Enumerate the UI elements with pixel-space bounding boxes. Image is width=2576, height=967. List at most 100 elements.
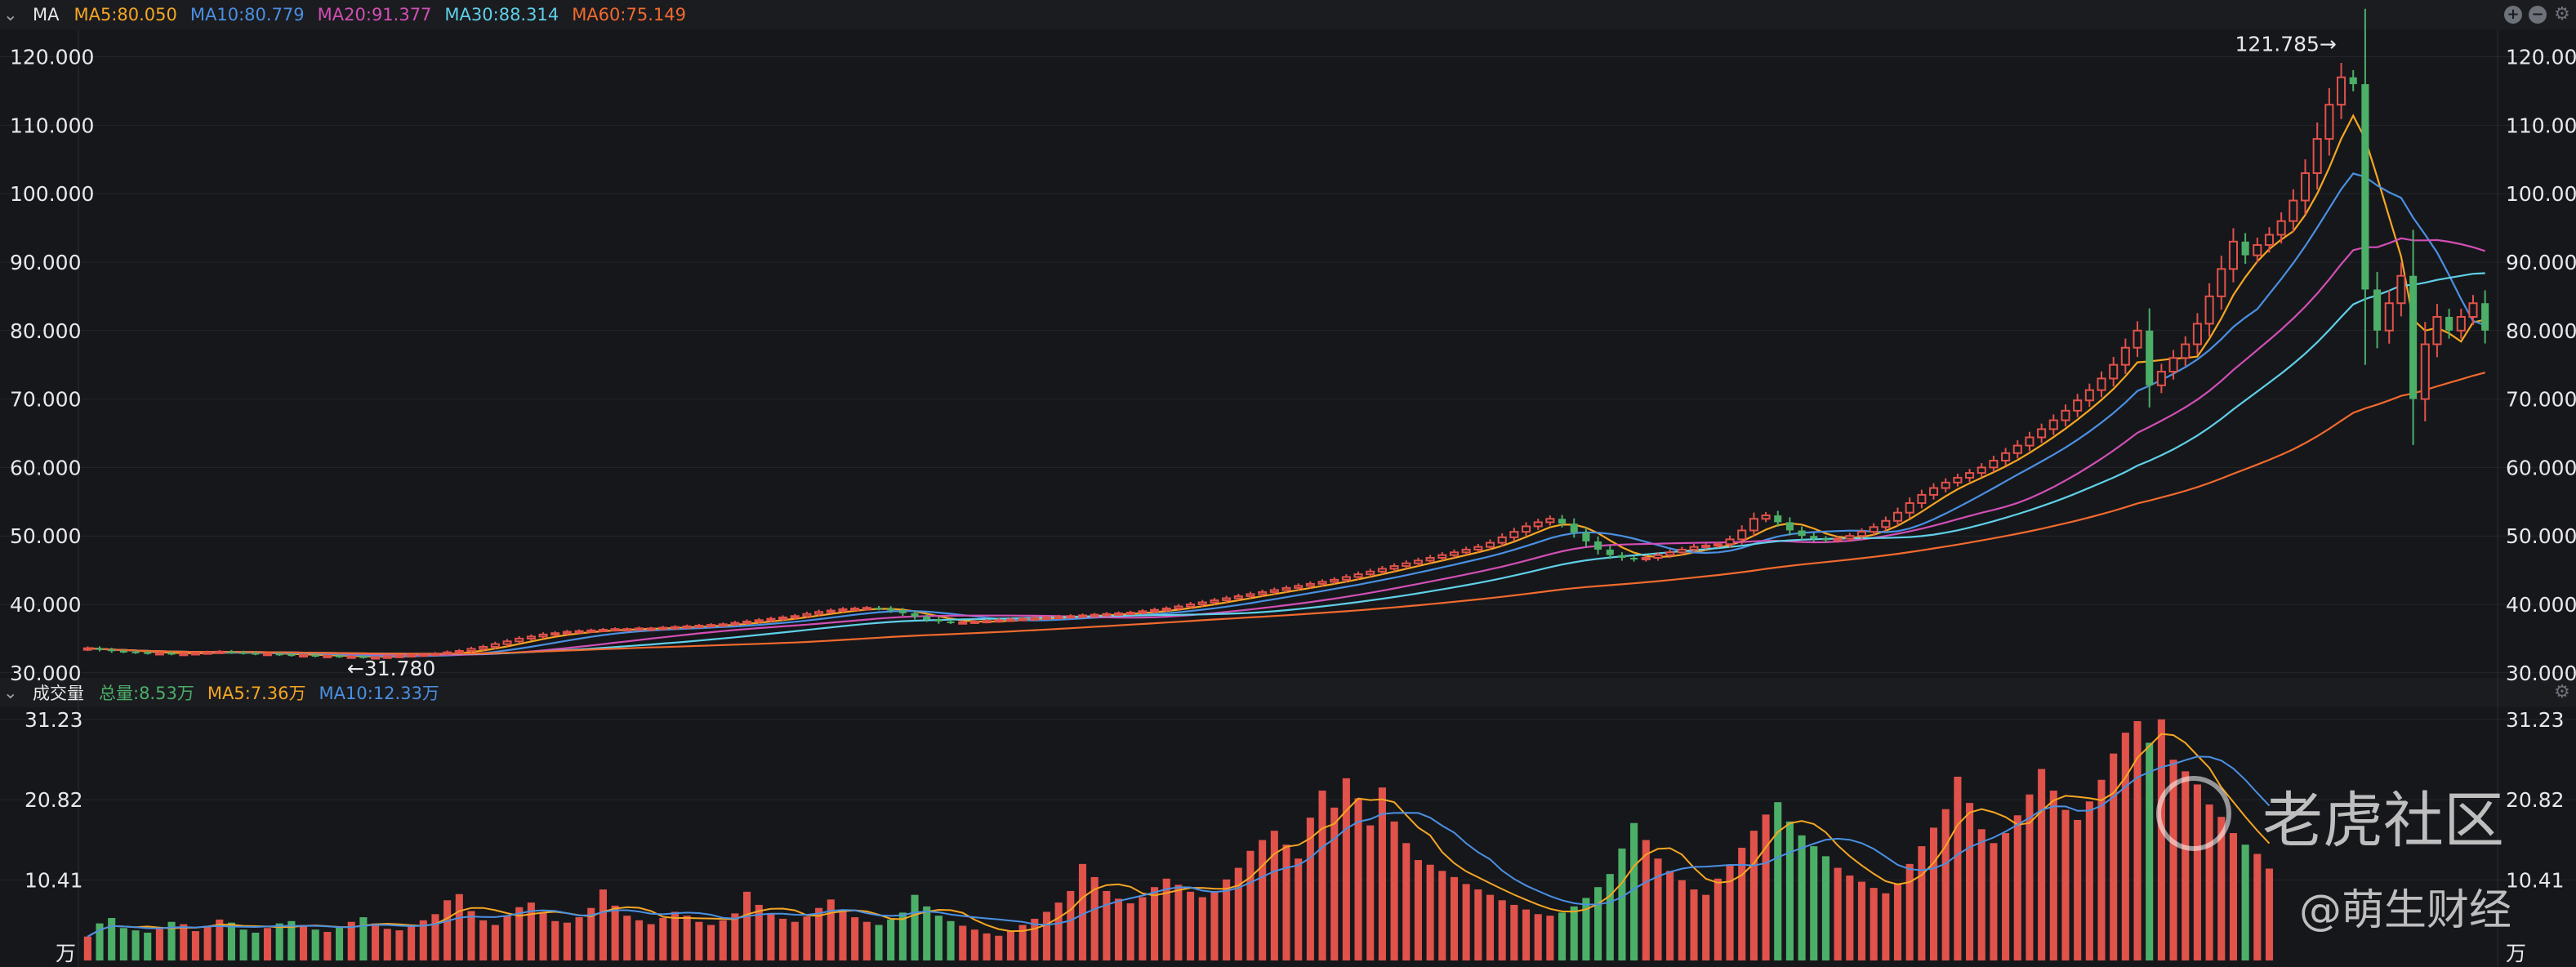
- candle-body: [2204, 295, 2214, 325]
- candle-body: [82, 647, 92, 651]
- volume-bar: [1139, 897, 1147, 960]
- candle: [694, 623, 704, 628]
- candle: [1090, 613, 1099, 617]
- price-axis-label-left: 80.000: [10, 319, 81, 343]
- candle-body: [1317, 581, 1327, 585]
- candle-body: [1869, 526, 1879, 533]
- candle-body: [1305, 582, 1315, 587]
- candle-body: [490, 643, 500, 648]
- candle: [1810, 533, 1818, 542]
- candle-body: [1725, 538, 1735, 546]
- candle-body: [430, 653, 440, 657]
- volume-bar: [408, 926, 416, 960]
- volume-bar: [767, 914, 775, 960]
- candle-body: [502, 640, 512, 645]
- volume-bar: [1006, 931, 1014, 960]
- volume-bar: [1846, 876, 1854, 960]
- candle-body: [287, 654, 296, 657]
- candle: [1570, 518, 1578, 538]
- candle: [2204, 283, 2214, 337]
- volume-bar: [1546, 916, 1554, 960]
- candle: [1785, 517, 1794, 536]
- volume-bar: [983, 933, 991, 960]
- candle-body: [670, 626, 680, 630]
- candle: [718, 622, 728, 627]
- candle-body: [1821, 538, 1829, 541]
- candle-body: [1606, 549, 1614, 555]
- candle-body: [1210, 599, 1219, 604]
- candle-body: [1856, 531, 1867, 537]
- candle: [1533, 519, 1543, 530]
- candle-body: [911, 613, 919, 617]
- candle-body: [947, 621, 955, 623]
- price-axis-label-right: 90.000: [2506, 251, 2576, 274]
- candle-body: [1977, 466, 1986, 475]
- candle: [2373, 271, 2382, 349]
- candle-body: [610, 628, 620, 632]
- candle-body: [1161, 608, 1171, 612]
- candle-body: [2456, 316, 2466, 332]
- volume-bar: [2074, 819, 2082, 960]
- candle: [1113, 611, 1124, 616]
- candle-body: [1689, 546, 1699, 550]
- volume-bar: [1366, 825, 1375, 960]
- volume-bar: [1785, 821, 1794, 960]
- candle: [1102, 612, 1112, 617]
- candle-body: [1294, 585, 1304, 589]
- volume-bar: [923, 906, 931, 960]
- moving-average-lines: [87, 114, 2486, 658]
- volume-unit-left: 万: [56, 942, 76, 965]
- volume-bar: [851, 917, 859, 960]
- volume-bar: [1534, 914, 1542, 960]
- volume-bar: [1270, 831, 1278, 960]
- candle-body: [1005, 618, 1015, 622]
- volume-bar: [1486, 894, 1495, 960]
- candle-body: [515, 637, 524, 643]
- candle-body: [2073, 399, 2083, 412]
- candle-body: [994, 619, 1004, 623]
- candle-body: [1905, 501, 1914, 514]
- candle-body: [1437, 554, 1447, 559]
- volume-bar: [431, 914, 439, 960]
- volume-bar: [1414, 860, 1422, 960]
- candle-body: [1353, 573, 1363, 578]
- candle-body: [2468, 302, 2478, 319]
- candle-body: [2192, 323, 2202, 345]
- volume-bar: [1330, 807, 1339, 960]
- candle-body: [2156, 371, 2166, 386]
- candle-body: [1570, 524, 1578, 533]
- candle-body: [1630, 558, 1638, 560]
- candle-body: [2300, 172, 2311, 202]
- candle: [1798, 526, 1806, 541]
- candle-body: [1558, 519, 1567, 524]
- volume-axis-label-right: 31.23: [2506, 708, 2565, 732]
- candle-body: [1785, 522, 1794, 531]
- candle-body: [958, 621, 968, 625]
- volume-bar: [1390, 821, 1398, 960]
- candle-body: [2432, 316, 2442, 345]
- candle-body: [1701, 544, 1711, 548]
- candle-body: [802, 613, 812, 617]
- volume-bar: [1918, 846, 1926, 960]
- volume-bar: [1438, 871, 1446, 960]
- candle: [622, 627, 632, 632]
- volume-bar: [1929, 827, 1938, 960]
- ma5-line: [87, 114, 2485, 658]
- candle-body: [239, 652, 247, 654]
- volume-bar: [227, 922, 236, 960]
- price-axis-label-right: 30.000: [2506, 662, 2576, 685]
- candle: [1917, 489, 1927, 509]
- candle: [430, 652, 440, 657]
- volume-bar: [1966, 803, 1974, 960]
- candle-body: [96, 648, 104, 650]
- candle: [1582, 527, 1590, 547]
- candle-body: [526, 635, 536, 639]
- volume-bar: [395, 930, 403, 960]
- candle-body: [1186, 604, 1196, 608]
- candle-body: [2012, 444, 2022, 454]
- volume-bar: [1474, 889, 1482, 960]
- candle: [2300, 159, 2311, 215]
- volume-bar: [1522, 909, 1531, 960]
- candle-body: [1965, 472, 1975, 479]
- volume-bar: [1990, 843, 1998, 960]
